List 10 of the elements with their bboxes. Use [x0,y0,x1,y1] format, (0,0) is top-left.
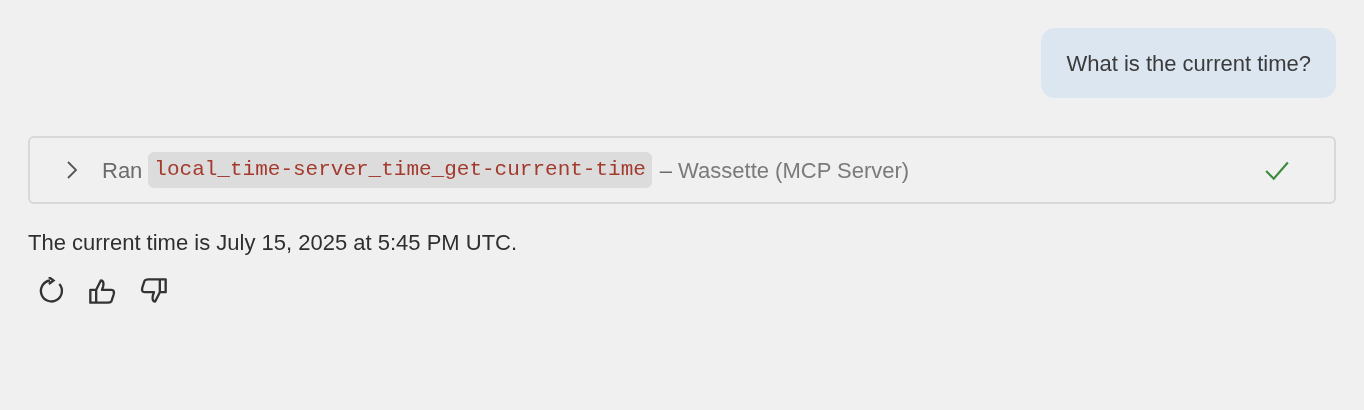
user-message-bubble: What is the current time? [1041,28,1336,98]
thumbs-up-icon[interactable] [88,277,116,305]
tool-name: local_time-server_time_get-current-time [148,152,652,188]
thumbs-down-icon[interactable] [140,277,168,305]
chevron-icon[interactable] [66,160,78,180]
tool-call-card[interactable]: Ran local_time-server_time_get-current-time – Wassette (MCP Server) [28,136,1336,204]
response-text: The current time is July 15, 2025 at 5:45 PM UTC. [28,229,519,257]
separator-dash: – [659,156,673,185]
server-name: Wassette (MCP Server) [678,156,910,185]
ran-label: Ran [102,156,143,185]
